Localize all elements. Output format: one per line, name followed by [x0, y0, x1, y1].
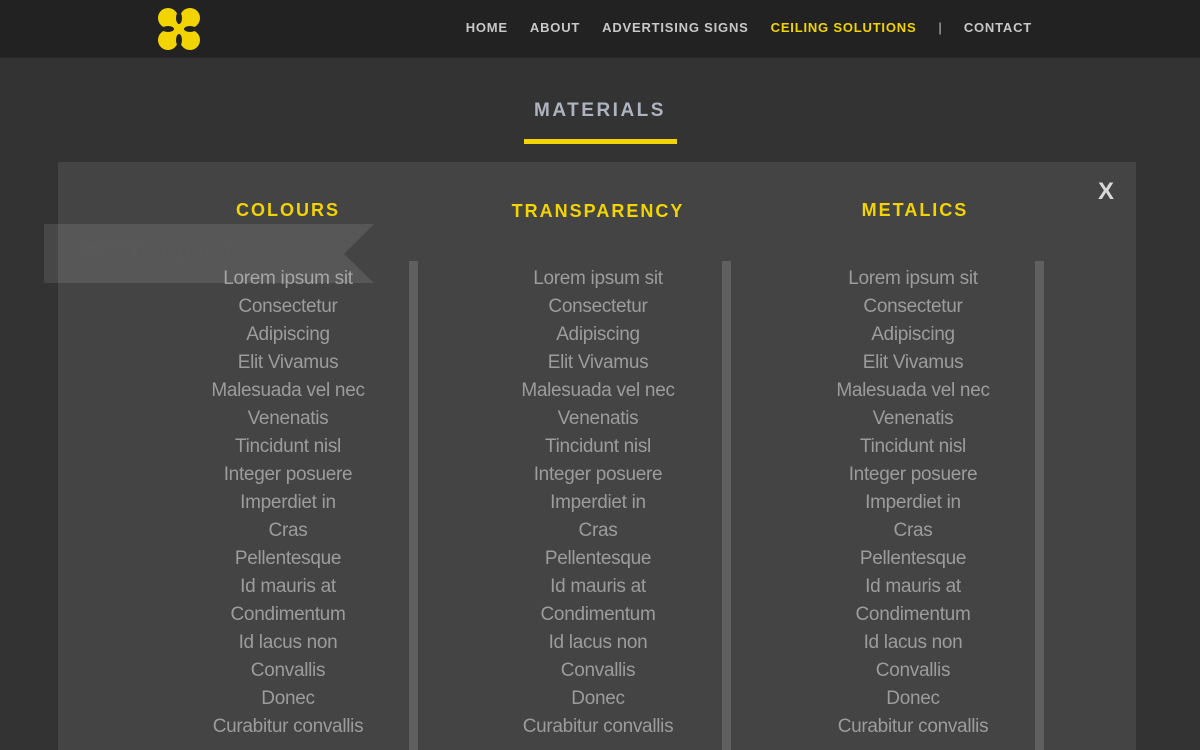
section-title: MATERIALS	[534, 100, 666, 121]
metalics-list: Lorem ipsum sit Consectetur Adipiscing E…	[763, 265, 1063, 741]
list-item[interactable]: Id lacus non	[138, 629, 438, 657]
nav-home[interactable]: HOME	[466, 20, 508, 35]
list-item[interactable]: Pellentesque	[763, 545, 1063, 573]
list-item[interactable]: Curabitur convallis	[138, 713, 438, 741]
list-item[interactable]: Condimentum	[448, 601, 748, 629]
list-item[interactable]: Curabitur convallis	[448, 713, 748, 741]
site-header: HOME ABOUT ADVERTISING SIGNS CEILING SOL…	[0, 0, 1200, 58]
nav-ceiling-solutions[interactable]: CEILING SOLUTIONS	[771, 20, 917, 35]
list-item[interactable]: Lorem ipsum sit	[448, 265, 748, 293]
list-item[interactable]: Pellentesque	[448, 545, 748, 573]
list-item[interactable]: Id mauris at	[763, 573, 1063, 601]
list-item[interactable]: Integer posuere	[448, 461, 748, 489]
nav-separator: |	[938, 19, 942, 35]
list-item[interactable]: Integer posuere	[763, 461, 1063, 489]
metalics-scrollbar[interactable]	[1035, 261, 1044, 750]
list-item[interactable]: Convallis	[763, 657, 1063, 685]
colours-scrollbar[interactable]	[409, 261, 418, 750]
colours-list: Lorem ipsum sit Consectetur Adipiscing E…	[138, 265, 438, 741]
list-item[interactable]: Malesuada vel nec	[448, 377, 748, 405]
column-heading-transparency: TRANSPARENCY	[511, 201, 685, 221]
list-item[interactable]: Venenatis	[448, 405, 748, 433]
list-item[interactable]: Elit Vivamus	[138, 349, 438, 377]
close-button[interactable]: X	[1098, 178, 1114, 206]
list-item[interactable]: Id lacus non	[448, 629, 748, 657]
list-item[interactable]: Condimentum	[138, 601, 438, 629]
list-item[interactable]: Cras	[448, 517, 748, 545]
list-item[interactable]: Imperdiet in	[138, 489, 438, 517]
list-item[interactable]: Cras	[138, 517, 438, 545]
column-heading-metalics: METALICS	[861, 200, 969, 220]
list-item[interactable]: Venenatis	[138, 405, 438, 433]
nav-contact[interactable]: CONTACT	[964, 20, 1032, 35]
list-item[interactable]: Donec	[763, 685, 1063, 713]
transparency-scrollbar[interactable]	[722, 261, 731, 750]
list-item[interactable]: Id mauris at	[138, 573, 438, 601]
list-item[interactable]: Elit Vivamus	[448, 349, 748, 377]
list-item[interactable]: Elit Vivamus	[763, 349, 1063, 377]
list-item[interactable]: Tincidunt nisl	[763, 433, 1063, 461]
list-item[interactable]: Consectetur	[448, 293, 748, 321]
list-item[interactable]: Donec	[138, 685, 438, 713]
title-underline	[524, 139, 677, 144]
list-item[interactable]: Donec	[448, 685, 748, 713]
list-item[interactable]: Id mauris at	[448, 573, 748, 601]
list-item[interactable]: Tincidunt nisl	[448, 433, 748, 461]
list-item[interactable]: Pellentesque	[138, 545, 438, 573]
list-item[interactable]: Consectetur	[763, 293, 1063, 321]
list-item[interactable]: Integer posuere	[138, 461, 438, 489]
list-item[interactable]: Imperdiet in	[448, 489, 748, 517]
list-item[interactable]: Curabitur convallis	[763, 713, 1063, 741]
list-item[interactable]: Convallis	[448, 657, 748, 685]
list-item[interactable]: Imperdiet in	[763, 489, 1063, 517]
list-item[interactable]: Id lacus non	[763, 629, 1063, 657]
list-item[interactable]: Cras	[763, 517, 1063, 545]
list-item[interactable]: Convallis	[138, 657, 438, 685]
four-lobed-logo-icon[interactable]	[157, 7, 201, 51]
nav-about[interactable]: ABOUT	[530, 20, 580, 35]
list-item[interactable]: Malesuada vel nec	[763, 377, 1063, 405]
list-item[interactable]: Condimentum	[763, 601, 1063, 629]
main-nav: HOME ABOUT ADVERTISING SIGNS CEILING SOL…	[444, 0, 1032, 54]
list-item[interactable]: Tincidunt nisl	[138, 433, 438, 461]
list-item[interactable]: Adipiscing	[138, 321, 438, 349]
annotation-text: #ffffff; opacity: 0.1	[78, 236, 297, 264]
list-item[interactable]: Venenatis	[763, 405, 1063, 433]
list-item[interactable]: Adipiscing	[763, 321, 1063, 349]
list-item[interactable]: Malesuada vel nec	[138, 377, 438, 405]
transparency-list: Lorem ipsum sit Consectetur Adipiscing E…	[448, 265, 748, 741]
nav-advertising-signs[interactable]: ADVERTISING SIGNS	[602, 20, 749, 35]
list-item[interactable]: Consectetur	[138, 293, 438, 321]
annotation-ribbon: #ffffff; opacity: 0.1	[44, 224, 374, 283]
list-item[interactable]: Lorem ipsum sit	[763, 265, 1063, 293]
list-item[interactable]: Adipiscing	[448, 321, 748, 349]
column-heading-colours: COLOURS	[236, 200, 340, 220]
